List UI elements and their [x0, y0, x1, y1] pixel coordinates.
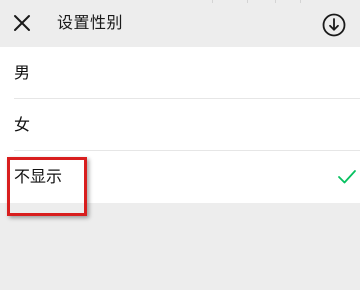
strip-divider: [247, 0, 248, 3]
strip-divider: [300, 0, 301, 3]
top-strip: [0, 0, 360, 3]
option-male[interactable]: 男: [0, 47, 360, 99]
download-button[interactable]: [321, 12, 347, 38]
checkmark-icon: [336, 167, 358, 187]
option-hidden[interactable]: 不显示: [0, 151, 360, 203]
gender-option-list: 男 女 不显示: [0, 47, 360, 203]
header-bar: 设置性别: [0, 0, 360, 46]
option-label: 男: [14, 63, 31, 82]
download-circle-icon: [322, 13, 346, 37]
option-label: 不显示: [14, 167, 63, 186]
close-button[interactable]: [8, 9, 36, 37]
close-icon: [14, 15, 30, 31]
strip-divider: [275, 0, 276, 3]
page-title: 设置性别: [57, 13, 124, 32]
strip-divider: [212, 0, 213, 3]
option-label: 女: [14, 115, 31, 134]
option-female[interactable]: 女: [0, 99, 360, 151]
